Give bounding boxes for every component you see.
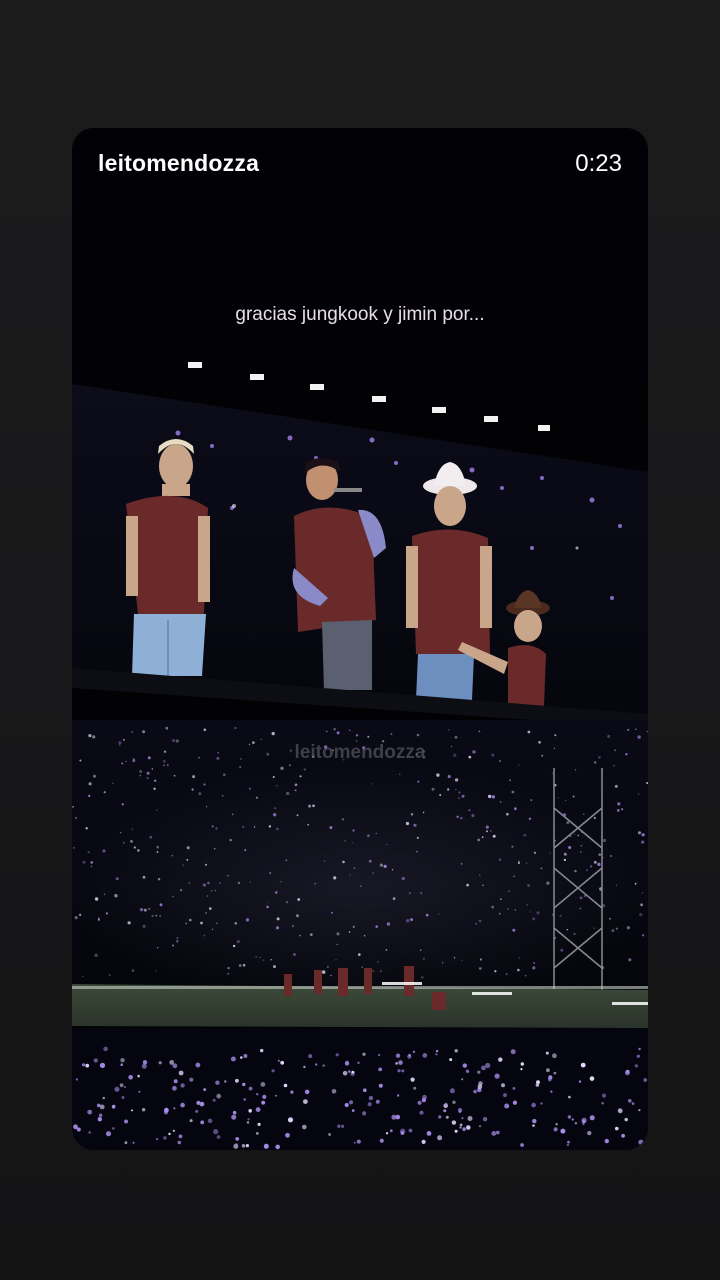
concert-video-frame — [72, 128, 648, 1150]
story-header: leitomendozza 0:23 — [72, 128, 648, 200]
story-username[interactable]: leitomendozza — [98, 150, 259, 177]
video-duration: 0:23 — [575, 150, 622, 177]
story-card[interactable]: leitomendozza 0:23 gracias jungkook y ji… — [72, 128, 648, 1150]
video-watermark: leitomendozza — [294, 742, 426, 763]
story-caption: gracias jungkook y jimin por... — [235, 304, 485, 325]
story-viewer-page: leitomendozza 0:23 gracias jungkook y ji… — [0, 0, 720, 1280]
